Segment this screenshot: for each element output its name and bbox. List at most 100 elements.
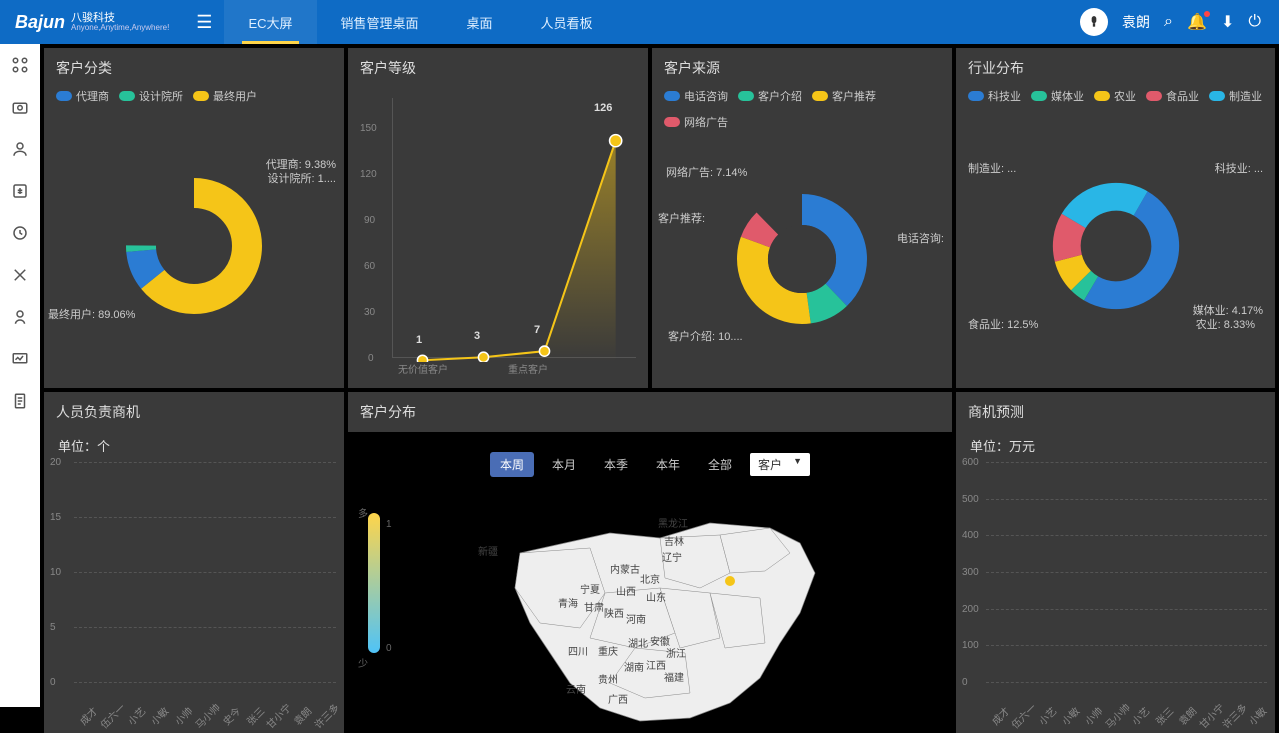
- prov-label: 江西: [646, 657, 666, 672]
- panel-customer-source: 客户来源 电话咨询 客户介绍 客户推荐 网络广告 网络广告: 7.14% 客户推…: [652, 48, 952, 388]
- panel-opp-forecast: 商机预测 单位：万元 0100200300400500600成才伍六一小艺小敏小…: [956, 392, 1275, 733]
- x-tick: 重点客户: [508, 361, 548, 376]
- panel-industry: 行业分布 科技业 媒体业 农业 食品业 制造业 科技业: ... 媒体业: 4.…: [956, 48, 1275, 388]
- user-name[interactable]: 袁朗: [1122, 12, 1150, 32]
- tab-sales-desktop[interactable]: 销售管理桌面: [317, 0, 443, 44]
- y-tick: 150: [360, 123, 377, 134]
- panel-title: 客户分布: [348, 392, 952, 432]
- y-tick: 90: [364, 215, 375, 226]
- search-icon[interactable]: ⌕: [1164, 13, 1173, 31]
- camera-icon[interactable]: [11, 98, 29, 116]
- point-label: 1: [416, 334, 422, 346]
- body: 客户分类 代理商 设计院所 最终用户 代理商: 9.38% 设计院所: 1...…: [0, 44, 1279, 707]
- menu-toggle-icon[interactable]: ☰: [184, 12, 224, 33]
- point-label: 7: [534, 324, 540, 336]
- tab-label: 人员看板: [541, 13, 593, 32]
- legend-label: 客户推荐: [832, 88, 876, 104]
- panel-customer-level: 客户等级 0 30 60 90 120 150 无价值客户 重点客户: [348, 48, 648, 388]
- filter-month[interactable]: 本月: [542, 452, 586, 477]
- sidebar: [0, 44, 40, 707]
- unit-label: 单位：万元: [956, 432, 1275, 459]
- legend-item[interactable]: 电话咨询: [664, 88, 728, 104]
- x-tick: 无价值客户: [398, 361, 448, 376]
- logo: Bajun 八骏科技 Anyone,Anytime,Anywhere!: [0, 12, 184, 33]
- grad-label-1: 1: [386, 519, 392, 530]
- panel-title: 客户来源: [652, 48, 952, 88]
- header-right: 袁朗 ⌕ 🔔 ⬇ ⏻: [1062, 8, 1279, 36]
- legend-label: 农业: [1114, 88, 1136, 104]
- slice-label: 制造业: ...: [968, 160, 1016, 176]
- legend-label: 科技业: [988, 88, 1021, 104]
- prov-label: 福建: [664, 669, 684, 684]
- slice-label: 客户介绍: 10....: [668, 328, 743, 344]
- map-controls: 本周 本月 本季 本年 全部 客户: [348, 432, 952, 483]
- bell-icon[interactable]: 🔔: [1187, 12, 1207, 32]
- legend-item[interactable]: 农业: [1094, 88, 1136, 104]
- panel-customer-class: 客户分类 代理商 设计院所 最终用户 代理商: 9.38% 设计院所: 1...…: [44, 48, 344, 388]
- prov-label: 河南: [626, 611, 646, 626]
- prov-label: 北京: [640, 571, 660, 586]
- legend-item[interactable]: 制造业: [1209, 88, 1262, 104]
- legend-label: 网络广告: [684, 114, 728, 130]
- legend-item[interactable]: 最终用户: [193, 88, 257, 104]
- map-select[interactable]: 客户: [750, 453, 810, 476]
- prov-label: 云南: [566, 681, 586, 696]
- legend-label: 制造业: [1229, 88, 1262, 104]
- slice-label: 食品业: 12.5%: [968, 316, 1038, 332]
- donut-chart: 代理商: 9.38% 设计院所: 1.... 最终用户: 89.06%: [44, 104, 344, 388]
- money-icon[interactable]: [11, 182, 29, 200]
- legend-label: 客户介绍: [758, 88, 802, 104]
- panel-title: 客户分类: [44, 48, 344, 88]
- tools-icon[interactable]: [11, 266, 29, 284]
- logo-tagline: Anyone,Anytime,Anywhere!: [71, 24, 169, 33]
- user-icon[interactable]: [11, 140, 29, 158]
- slice-label: 客户推荐:: [658, 210, 705, 226]
- grid-icon[interactable]: [11, 56, 29, 74]
- legend-label: 媒体业: [1051, 88, 1084, 104]
- tab-ec-screen[interactable]: EC大屏: [224, 0, 316, 44]
- legend-item[interactable]: 设计院所: [119, 88, 183, 104]
- prov-label: 四川: [568, 643, 588, 658]
- panel-person-opp: 人员负责商机 单位：个 05101520成才伍六一小艺小敏小帅马小帅史今张三甘小…: [44, 392, 344, 733]
- legend-item[interactable]: 客户推荐: [812, 88, 876, 104]
- target-icon[interactable]: [11, 224, 29, 242]
- profile-icon[interactable]: [11, 308, 29, 326]
- unit-label: 单位：个: [44, 432, 344, 459]
- avatar[interactable]: [1080, 8, 1108, 36]
- legend-item[interactable]: 代理商: [56, 88, 109, 104]
- logo-text: Bajun: [15, 12, 65, 33]
- monitor-icon[interactable]: [11, 350, 29, 368]
- filter-week[interactable]: 本周: [490, 452, 534, 477]
- download-icon[interactable]: ⬇: [1221, 12, 1234, 32]
- legend-label: 电话咨询: [684, 88, 728, 104]
- point-label: 126: [594, 102, 612, 114]
- grad-label-hi: 多: [358, 505, 368, 520]
- legend-item[interactable]: 媒体业: [1031, 88, 1084, 104]
- slice-label: 最终用户: 89.06%: [48, 306, 135, 322]
- legend-item[interactable]: 网络广告: [664, 114, 728, 130]
- prov-label: 宁夏: [580, 581, 600, 596]
- grad-label-0: 0: [386, 643, 392, 654]
- power-icon[interactable]: ⏻: [1248, 13, 1261, 31]
- tab-label: 桌面: [467, 13, 493, 32]
- filter-quarter[interactable]: 本季: [594, 452, 638, 477]
- prov-label: 辽宁: [662, 549, 682, 564]
- filter-all[interactable]: 全部: [698, 452, 742, 477]
- document-icon[interactable]: [11, 392, 29, 410]
- tab-personnel[interactable]: 人员看板: [517, 0, 617, 44]
- slice-label: 农业: 8.33%: [1196, 316, 1255, 332]
- prov-label: 山东: [646, 589, 666, 604]
- slice-label: 设计院所: 1....: [268, 170, 336, 186]
- header: Bajun 八骏科技 Anyone,Anytime,Anywhere! ☰ EC…: [0, 0, 1279, 44]
- legend-item[interactable]: 客户介绍: [738, 88, 802, 104]
- prov-label: 甘肃: [584, 599, 604, 614]
- china-map[interactable]: [460, 493, 840, 733]
- legend: 代理商 设计院所 最终用户: [44, 88, 344, 104]
- legend-label: 代理商: [76, 88, 109, 104]
- legend-item[interactable]: 科技业: [968, 88, 1021, 104]
- prov-label: 陕西: [604, 605, 624, 620]
- tab-desktop[interactable]: 桌面: [443, 0, 517, 44]
- filter-year[interactable]: 本年: [646, 452, 690, 477]
- legend-item[interactable]: 食品业: [1146, 88, 1199, 104]
- y-tick: 0: [368, 353, 374, 364]
